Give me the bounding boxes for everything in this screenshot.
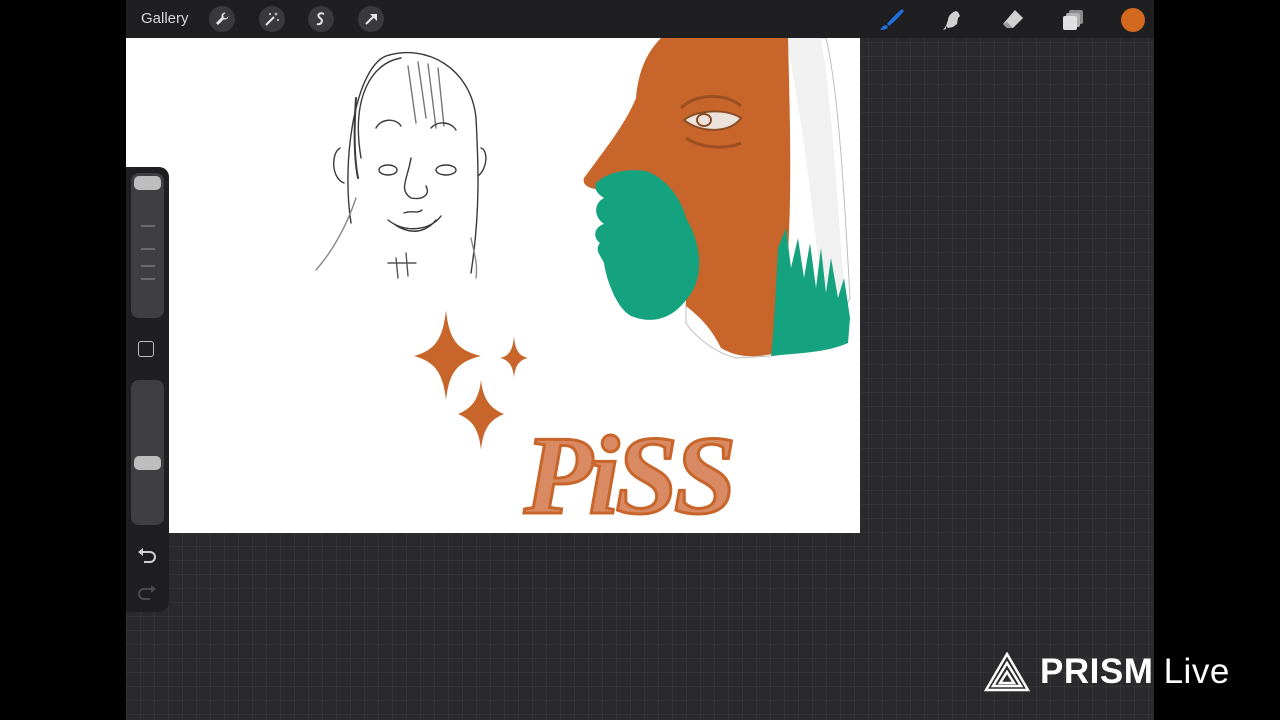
layers-icon[interactable] [1060, 6, 1086, 32]
transform-arrow-icon[interactable] [358, 6, 384, 32]
prism-logo-icon [984, 652, 1030, 692]
lettering-text: PiSS [523, 414, 732, 533]
procreate-screen: Gallery PiSS [126, 0, 1154, 720]
pencil-sketch-face [315, 51, 487, 279]
opacity-slider[interactable] [131, 380, 164, 525]
left-sidebar [126, 167, 169, 612]
brush-size-thumb[interactable] [134, 176, 161, 190]
wrench-icon[interactable] [209, 6, 235, 32]
slider-tick [141, 278, 155, 280]
modify-square-button[interactable] [138, 341, 154, 357]
prism-live-watermark: PRISM Live [984, 652, 1230, 692]
artwork: PiSS [315, 38, 851, 533]
profile-face-painting [583, 38, 851, 359]
watermark-brand-bold: PRISM [1040, 652, 1154, 691]
watermark-brand-light: Live [1163, 652, 1230, 691]
slider-tick [141, 225, 155, 227]
drawing-canvas[interactable]: PiSS [126, 38, 860, 533]
selection-icon[interactable] [308, 6, 334, 32]
undo-icon[interactable] [137, 546, 157, 569]
color-picker-button[interactable] [1121, 8, 1145, 32]
top-toolbar: Gallery [126, 0, 1154, 38]
brush-icon[interactable] [878, 6, 904, 32]
eraser-icon[interactable] [999, 6, 1025, 32]
opacity-thumb[interactable] [134, 456, 161, 470]
brush-size-slider[interactable] [131, 173, 164, 318]
sparkle-stars [414, 310, 528, 450]
redo-icon[interactable] [137, 583, 157, 606]
magic-wand-icon[interactable] [259, 6, 285, 32]
slider-tick [141, 248, 155, 250]
slider-tick [141, 265, 155, 267]
gallery-button[interactable]: Gallery [141, 10, 189, 27]
smudge-icon[interactable] [939, 6, 965, 32]
watermark-text: PRISM Live [1040, 652, 1230, 692]
